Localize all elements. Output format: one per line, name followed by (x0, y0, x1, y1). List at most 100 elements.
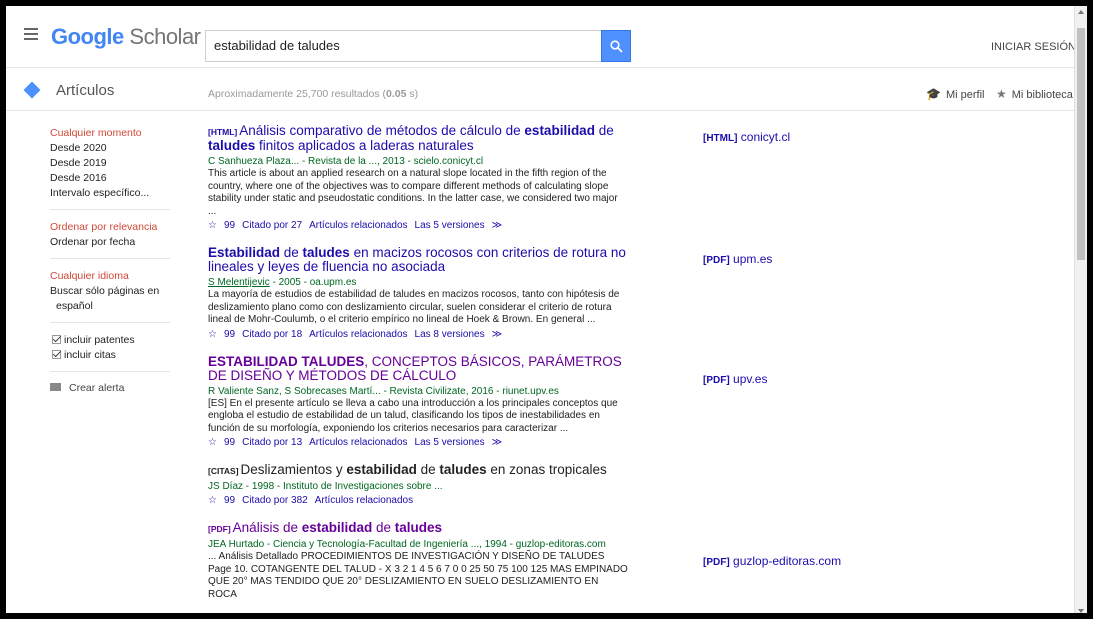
title-part: estabilidad (301, 520, 373, 535)
more-icon[interactable]: ≫ (492, 329, 502, 340)
articles-label[interactable]: Artículos (56, 82, 114, 99)
lang-spanish-line1[interactable]: Buscar sólo páginas en (50, 284, 170, 299)
title-part: estabilidad (524, 123, 595, 138)
related-articles-link[interactable]: Artículos relacionados (309, 220, 407, 231)
filter-since-2016[interactable]: Desde 2016 (50, 171, 170, 186)
cite-quote-icon[interactable]: 99 (224, 437, 235, 448)
title-part: de (594, 123, 614, 138)
results-list: [HTML] Análisis comparativo de métodos de… (208, 124, 628, 611)
browser-viewport: Google Scholar estabilidad de taludes IN… (4, 4, 1089, 615)
title-part: Estabilidad (208, 245, 281, 260)
include-citations-checkbox[interactable]: incluir citas (52, 348, 170, 363)
versions-link[interactable]: Las 5 versiones (415, 220, 485, 231)
include-patents-label: incluir patentes (64, 334, 135, 346)
sort-by-date[interactable]: Ordenar por fecha (50, 235, 170, 250)
result-item: ESTABILIDAD TALUDES, CONCEPTOS BÁSICOS, … (208, 353, 628, 450)
checkbox-icon (52, 350, 61, 359)
related-articles-link[interactable]: Artículos relacionados (315, 495, 413, 506)
cited-by-link[interactable]: Citado por 13 (242, 437, 302, 448)
result-item: [CITAS] Deslizamientos y estabilidad de t… (208, 463, 628, 507)
cited-by-link[interactable]: Citado por 27 (242, 220, 302, 231)
save-star-icon[interactable]: ☆ (208, 329, 217, 340)
my-library-link[interactable]: ★ Mi biblioteca (996, 87, 1073, 101)
scroll-up-icon[interactable] (1078, 10, 1084, 14)
cite-quote-icon[interactable]: 99 (224, 495, 235, 506)
title-part: taludes (208, 138, 256, 153)
result-snippet: [ES] En el presente artículo se lleva a … (208, 397, 618, 434)
fulltext-tag: [HTML] (703, 133, 738, 144)
filter-since-2020[interactable]: Desde 2020 (50, 141, 170, 156)
filter-since-2019[interactable]: Desde 2019 (50, 156, 170, 171)
signin-button[interactable]: INICIAR SESIÓN (991, 41, 1076, 53)
versions-link[interactable]: Las 5 versiones (415, 437, 485, 448)
title-part: en zonas tropicales (486, 462, 607, 477)
title-part: Deslizamientos y (240, 462, 347, 477)
sort-by-relevance[interactable]: Ordenar por relevancia (50, 220, 170, 235)
fulltext-link[interactable]: [PDF] upv.es (703, 372, 767, 386)
save-star-icon[interactable]: ☆ (208, 437, 217, 448)
result-actions: ☆ 99 Citado por 18 Artículos relacionados La… (208, 328, 628, 341)
related-articles-link[interactable]: Artículos relacionados (309, 329, 407, 340)
search-input[interactable]: estabilidad de taludes (205, 30, 601, 62)
result-actions: ☆ 99 Citado por 27 Artículos relacionados La… (208, 219, 628, 232)
search-icon (610, 40, 623, 53)
result-title-link[interactable]: [PDF] Análisis de estabilidad de taludes (208, 521, 628, 536)
results-time: 0.05 (386, 88, 407, 100)
result-actions: ☆ 99 Citado por 13 Artículos relacionados La… (208, 436, 628, 449)
fulltext-domain: conicyt.cl (740, 130, 791, 144)
format-tag: [PDF] (208, 524, 231, 534)
fulltext-link[interactable]: [PDF] guzlop-editoras.com (703, 554, 841, 568)
cited-by-link[interactable]: Citado por 18 (242, 329, 302, 340)
cite-quote-icon[interactable]: 99 (224, 329, 235, 340)
filter-any-time[interactable]: Cualquier momento (50, 126, 170, 141)
more-icon[interactable]: ≫ (492, 220, 502, 231)
result-snippet: This article is about an applied researc… (208, 168, 618, 217)
save-star-icon[interactable]: ☆ (208, 220, 217, 231)
result-title-link[interactable]: [HTML] Análisis comparativo de métodos de… (208, 124, 628, 153)
my-profile-label: Mi perfil (945, 89, 985, 101)
title-part: ESTABILIDAD TALUDES (208, 353, 365, 369)
search-button[interactable] (601, 30, 631, 62)
result-title-link[interactable]: ESTABILIDAD TALUDES, CONCEPTOS BÁSICOS, … (208, 353, 628, 383)
result-title-link[interactable]: Estabilidad de taludes en macizos rocoso… (208, 246, 628, 274)
fulltext-link[interactable]: [PDF] upm.es (703, 252, 772, 266)
subheader: Artículos Aproximadamente 25,700 resulta… (6, 69, 1078, 111)
title-part: taludes (302, 245, 350, 260)
title-part: de (280, 245, 303, 260)
cited-by-link[interactable]: Citado por 382 (242, 495, 308, 506)
fulltext-tag: [PDF] (703, 375, 730, 386)
format-tag: [HTML] (208, 127, 238, 137)
save-star-icon[interactable]: ☆ (208, 495, 217, 506)
language-group: Cualquier idioma Buscar sólo páginas en … (50, 269, 170, 323)
google-scholar-logo[interactable]: Google Scholar (51, 24, 201, 50)
result-snippet: ... Análisis Detallado PROCEDIMIENTOS DE… (208, 551, 628, 600)
create-alert-button[interactable]: Crear alerta (50, 382, 180, 394)
result-item: [HTML] Análisis comparativo de métodos de… (208, 124, 628, 232)
lang-any[interactable]: Cualquier idioma (50, 269, 170, 284)
title-part: estabilidad (346, 462, 417, 477)
title-part: finitos aplicados a laderas naturales (255, 138, 474, 153)
my-profile-link[interactable]: 🎓 Mi perfil (926, 87, 984, 101)
fulltext-domain: guzlop-editoras.com (733, 554, 842, 568)
meta-rest: - 2005 - oa.upm.es (269, 277, 357, 288)
checkbox-icon (52, 335, 61, 344)
versions-link[interactable]: Las 8 versiones (415, 329, 485, 340)
fulltext-domain: upv.es (733, 372, 768, 386)
cite-quote-icon[interactable]: 99 (224, 220, 235, 231)
title-part: taludes (394, 520, 443, 535)
more-icon[interactable]: ≫ (492, 437, 502, 448)
scroll-thumb[interactable] (1077, 28, 1085, 260)
related-articles-link[interactable]: Artículos relacionados (309, 437, 407, 448)
lang-spanish-line2[interactable]: español (50, 299, 170, 314)
scroll-down-icon[interactable] (1078, 609, 1084, 613)
result-meta: S Melentijevic - 2005 - oa.upm.es (208, 276, 628, 289)
envelope-icon (50, 383, 61, 391)
menu-icon[interactable] (24, 28, 40, 42)
author-link[interactable]: S Melentijevic (208, 277, 270, 288)
filter-custom-range[interactable]: Intervalo específico... (50, 186, 170, 201)
fulltext-link[interactable]: [HTML] conicyt.cl (703, 130, 790, 144)
graduation-cap-icon: 🎓 (926, 87, 941, 101)
include-patents-checkbox[interactable]: incluir patentes (52, 333, 170, 348)
header: Google Scholar estabilidad de taludes IN… (6, 6, 1078, 68)
scrollbar[interactable] (1074, 6, 1087, 613)
